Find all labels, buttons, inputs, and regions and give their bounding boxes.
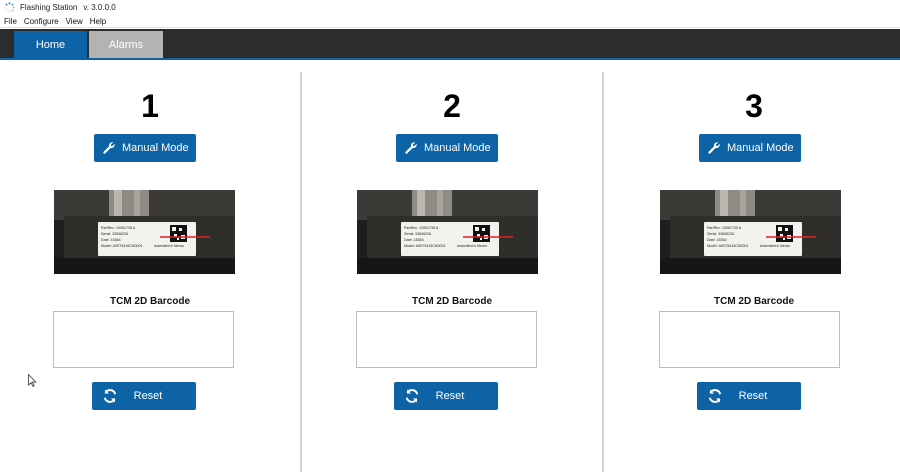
part-label-image: PartRev: 10061735 A Serial: 33606226 Dat… [54, 190, 235, 274]
mouse-cursor-icon [28, 374, 37, 387]
label-footer: Assembled in Mexico [457, 244, 487, 248]
station-3: 3 Manual Mode PartRev: 10061735 A Serial… [604, 60, 900, 472]
part-label-photo: PartRev: 10061735 A Serial: 33606226 Dat… [54, 190, 235, 274]
loading-spinner-icon [4, 2, 15, 13]
reset-button[interactable]: Reset [394, 382, 498, 410]
menu-file[interactable]: File [4, 17, 17, 26]
station-number: 2 [443, 88, 461, 124]
reset-button[interactable]: Reset [92, 382, 196, 410]
part-label-photo: PartRev: 10061735 A Serial: 33606226 Dat… [357, 190, 538, 274]
label-line: Serial: 33606226 [404, 232, 431, 236]
barcode-label: TCM 2D Barcode [109, 296, 190, 307]
wrench-icon [708, 142, 720, 154]
part-label-image: PartRev: 10061735 A Serial: 33606226 Dat… [357, 190, 538, 274]
barcode-field[interactable] [659, 311, 840, 368]
barcode-field[interactable] [356, 311, 537, 368]
window-title: Flashing Station [20, 3, 78, 12]
tab-home[interactable]: Home [14, 31, 87, 58]
reset-label: Reset [435, 390, 465, 402]
refresh-icon [103, 389, 117, 403]
label-line: Model: A9S75416C6D001 [707, 244, 749, 248]
menu-bar: File Configure View Help [0, 15, 900, 28]
label-line: Date: 18364 [101, 238, 121, 242]
label-footer: Assembled in Mexico [760, 244, 790, 248]
part-label-image: PartRev: 10061735 A Serial: 33606226 Dat… [660, 190, 841, 274]
label-line: PartRev: 10061735 A [707, 226, 742, 230]
station-1: 1 Manual Mode PartRev: 10061735 A Serial… [0, 60, 300, 472]
wrench-icon [405, 142, 417, 154]
barcode-field[interactable] [53, 311, 234, 368]
label-footer: Assembled in Mexico [154, 244, 184, 248]
menu-configure[interactable]: Configure [24, 17, 59, 26]
manual-mode-label: Manual Mode [727, 142, 794, 154]
label-line: Serial: 33606226 [707, 232, 734, 236]
manual-mode-button[interactable]: Manual Mode [396, 134, 498, 162]
part-label-photo: PartRev: 10061735 A Serial: 33606226 Dat… [660, 190, 841, 274]
reset-label: Reset [738, 390, 768, 402]
window-version: v. 3.0.0.0 [83, 3, 116, 12]
refresh-icon [708, 389, 722, 403]
reset-button[interactable]: Reset [697, 382, 801, 410]
reset-label: Reset [133, 390, 163, 402]
label-line: Date: 18364 [404, 238, 424, 242]
tab-alarms[interactable]: Alarms [89, 31, 163, 58]
stations-panel: 1 Manual Mode PartRev: 10061735 A Serial… [0, 60, 900, 472]
station-number: 1 [141, 88, 159, 124]
wrench-icon [103, 142, 115, 154]
label-line: Model: A9S75416C6D001 [404, 244, 446, 248]
station-2: 2 Manual Mode PartRev: 10061735 A Serial… [302, 60, 602, 472]
title-bar: Flashing Station v. 3.0.0.0 [0, 0, 900, 15]
label-line: Model: A9S75416C6D001 [101, 244, 143, 248]
barcode-label: TCM 2D Barcode [411, 296, 492, 307]
refresh-icon [405, 389, 419, 403]
label-line: Date: 18364 [707, 238, 727, 242]
manual-mode-button[interactable]: Manual Mode [94, 134, 196, 162]
manual-mode-label: Manual Mode [424, 142, 491, 154]
manual-mode-label: Manual Mode [122, 142, 189, 154]
label-line: PartRev: 10061735 A [101, 226, 136, 230]
tab-bar: Home Alarms [0, 29, 900, 58]
menu-help[interactable]: Help [90, 17, 106, 26]
label-line: PartRev: 10061735 A [404, 226, 439, 230]
manual-mode-button[interactable]: Manual Mode [699, 134, 801, 162]
menu-view[interactable]: View [66, 17, 83, 26]
label-line: Serial: 33606226 [101, 232, 128, 236]
station-number: 3 [745, 88, 763, 124]
barcode-label: TCM 2D Barcode [713, 296, 794, 307]
